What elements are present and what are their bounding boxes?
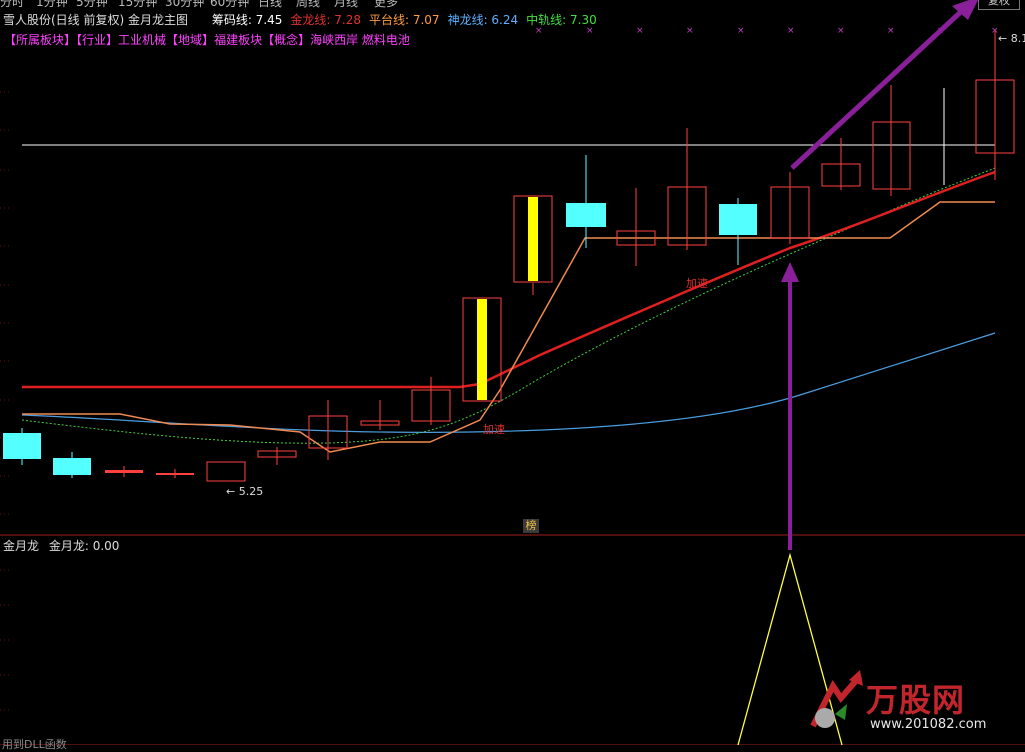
candle <box>206 461 246 482</box>
accel-label-2: 加速 <box>686 277 708 290</box>
arrow-diagonal <box>790 0 978 170</box>
svg-text:×: × <box>586 26 594 36</box>
candle <box>3 433 41 459</box>
svg-text:×: × <box>737 26 745 36</box>
platform-line <box>22 201 995 453</box>
candle <box>566 203 606 227</box>
arrow-up-main <box>781 262 799 550</box>
bottom-hint: 用到DLL函数 <box>2 738 67 751</box>
logo-icon <box>810 670 863 728</box>
sub-chart-header: 金月龙 金月龙: 0.00 <box>3 537 119 554</box>
candles <box>3 30 1015 482</box>
low-price-label: ← 5.25 <box>226 485 263 498</box>
left-grid <box>0 91 12 711</box>
candle <box>105 470 143 473</box>
signal-marks: ××× ××× ××× × <box>535 26 999 36</box>
svg-text:×: × <box>787 26 795 36</box>
svg-text:×: × <box>887 26 895 36</box>
signal-bar <box>477 299 487 400</box>
candle <box>53 458 91 475</box>
signal-bar <box>528 197 538 281</box>
sub-chart-value: 金月龙: 0.00 <box>48 539 120 553</box>
svg-text:×: × <box>636 26 644 36</box>
gold-line <box>22 170 996 389</box>
candle <box>156 473 194 475</box>
svg-text:×: × <box>686 26 694 36</box>
list-badge: 榜 <box>523 519 539 533</box>
kline-chart[interactable]: ××× ××× ××× × ← 5.25 ← 8.1 <box>0 0 1025 745</box>
svg-text:×: × <box>837 26 845 36</box>
svg-text:×: × <box>535 26 543 36</box>
high-price-label: ← 8.1 <box>998 32 1025 45</box>
sub-chart-title: 金月龙 <box>3 539 40 553</box>
accel-label-1: 加速 <box>483 423 505 436</box>
logo-title: 万股网 <box>866 681 966 719</box>
midband-line <box>21 167 996 444</box>
logo-url: www.201082.com <box>870 717 987 732</box>
candle <box>719 204 757 235</box>
shenlong-line <box>21 332 996 433</box>
